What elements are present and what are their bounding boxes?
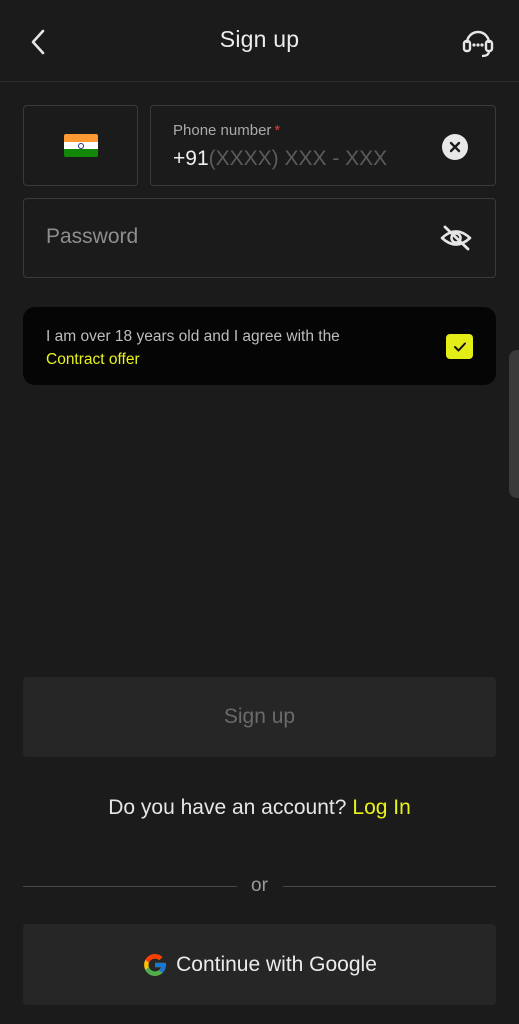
- headset-support-icon: [462, 30, 494, 58]
- account-prompt: Do you have an account? Log In: [0, 796, 519, 820]
- eye-off-icon: [440, 225, 472, 251]
- age-agreement: I am over 18 years old and I agree with …: [23, 307, 496, 385]
- account-question: Do you have an account?: [108, 796, 347, 819]
- close-icon: [449, 141, 461, 153]
- page-title: Sign up: [219, 26, 300, 52]
- password-input[interactable]: [46, 225, 426, 249]
- support-button[interactable]: [459, 24, 497, 60]
- agreement-text: I am over 18 years old and I agree with …: [46, 325, 340, 371]
- phone-prefix: +91: [173, 147, 209, 170]
- google-button-label: Continue with Google: [176, 952, 377, 976]
- agreement-checkbox[interactable]: [446, 334, 473, 359]
- password-field[interactable]: [23, 198, 496, 278]
- toggle-password-visibility-button[interactable]: [438, 221, 474, 255]
- signup-button[interactable]: Sign up: [23, 677, 496, 757]
- scroll-handle[interactable]: [509, 350, 519, 498]
- or-divider: or: [23, 874, 496, 898]
- divider-line: [282, 885, 496, 887]
- contract-offer-link[interactable]: Contract offer: [46, 348, 340, 371]
- country-selector[interactable]: [23, 105, 138, 186]
- top-bar: Sign up: [0, 0, 519, 82]
- india-flag-icon: [63, 134, 98, 157]
- signup-screen: Sign up Phone number * +91(XXXX) XXX - X…: [0, 0, 519, 1024]
- google-signin-button[interactable]: Continue with Google: [23, 924, 496, 1005]
- login-link[interactable]: Log In: [352, 796, 410, 819]
- required-mark: *: [274, 122, 281, 139]
- phone-field[interactable]: Phone number * +91: [150, 105, 496, 186]
- phone-input[interactable]: [208, 147, 419, 171]
- google-icon: [142, 952, 168, 978]
- phone-value: +91: [173, 147, 419, 171]
- phone-label: Phone number *: [173, 122, 281, 139]
- clear-button[interactable]: [442, 134, 468, 160]
- divider-label: or: [251, 875, 268, 896]
- divider-line: [23, 885, 237, 887]
- check-icon: [453, 342, 466, 351]
